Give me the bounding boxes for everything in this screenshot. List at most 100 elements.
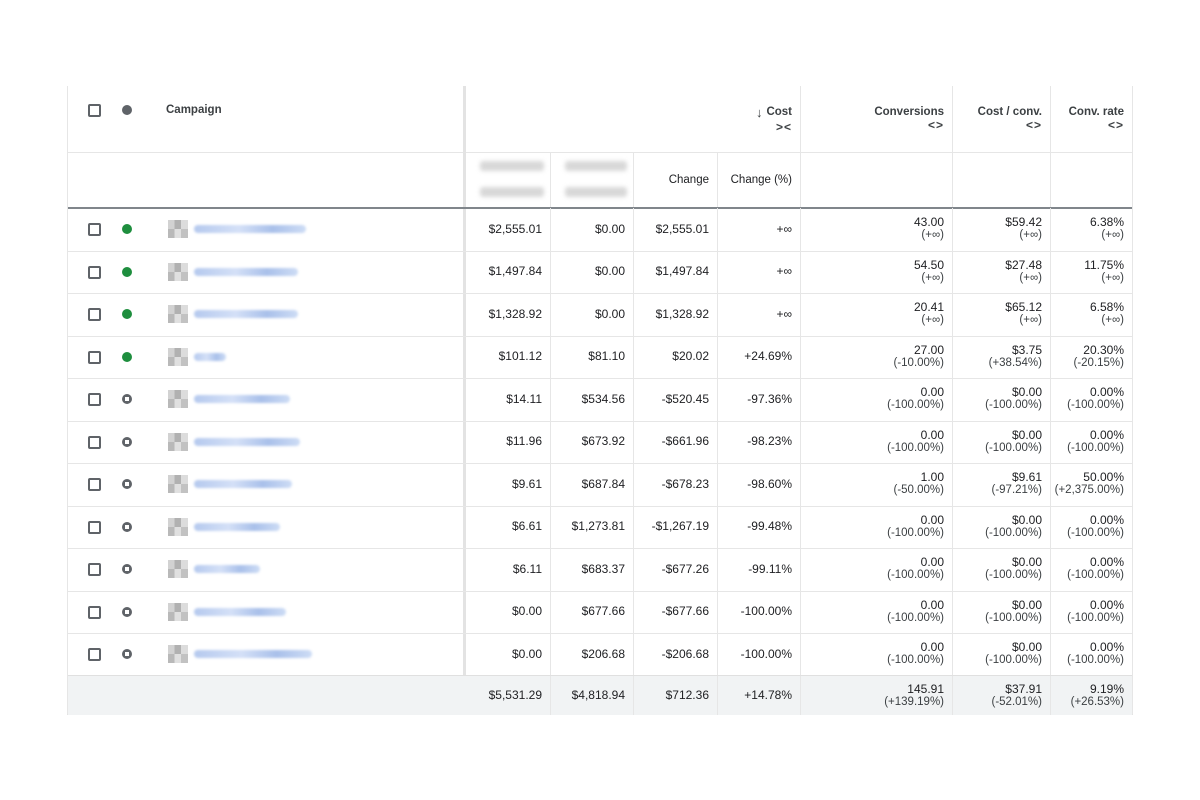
status-enabled-icon[interactable] xyxy=(122,224,132,234)
cost-per-conv-value: $0.00 xyxy=(1011,385,1042,400)
cost-b-value: $673.92 xyxy=(581,434,625,449)
cost-per-conv-change: (-100.00%) xyxy=(985,569,1042,582)
table-row[interactable]: $2,555.01 $0.00 $2,555.01 +∞ 43.00 (+∞) $59.42… xyxy=(68,208,1132,252)
total-conversions-change: (+139.19%) xyxy=(884,695,944,708)
status-enabled-icon[interactable] xyxy=(122,309,132,319)
campaign-header[interactable]: Campaign xyxy=(166,104,222,116)
campaign-name-link[interactable] xyxy=(194,565,260,573)
conversions-change: (-100.00%) xyxy=(887,654,944,667)
table-row[interactable]: $6.61 $1,273.81 -$1,267.19 -99.48% 0.00 (-100… xyxy=(68,505,1132,549)
status-paused-icon[interactable] xyxy=(122,521,132,532)
cost-a-value: $0.00 xyxy=(511,604,542,619)
select-all-checkbox[interactable] xyxy=(88,104,101,117)
table-row[interactable]: $1,328.92 $0.00 $1,328.92 +∞ 20.41 (+∞) $65.12… xyxy=(68,293,1132,337)
conversions-value: 20.41 xyxy=(913,300,944,315)
date-range-a-header[interactable] xyxy=(466,152,551,207)
cost-header[interactable]: ↓ Cost >< xyxy=(466,86,801,152)
conv-rate-header[interactable]: Conv. rate <> xyxy=(1051,86,1132,152)
cost-b-value: $206.68 xyxy=(581,646,625,661)
conv-rate-change: (-100.00%) xyxy=(1067,611,1124,624)
status-paused-icon[interactable] xyxy=(122,479,132,489)
conv-rate-change: (-100.00%) xyxy=(1067,441,1124,454)
cost-a-value: $0.00 xyxy=(511,646,542,661)
cost-per-conv-change: (-100.00%) xyxy=(985,611,1042,624)
cost-a-value: $1,497.84 xyxy=(488,264,542,279)
expand-columns-icon[interactable]: <> xyxy=(928,118,944,132)
date-range-b-header[interactable] xyxy=(551,152,634,207)
row-checkbox[interactable] xyxy=(88,265,101,279)
conv-rate-change: (+∞) xyxy=(1101,271,1124,284)
table-row[interactable]: $9.61 $687.84 -$678.23 -98.60% 1.00 (-50.00%)… xyxy=(68,463,1132,507)
campaign-name-link[interactable] xyxy=(194,607,286,616)
cost-per-conv-change: (+∞) xyxy=(1019,271,1042,284)
status-paused-icon[interactable] xyxy=(122,436,132,447)
cost-a-value: $6.61 xyxy=(511,519,542,534)
change-pct-value: -98.23% xyxy=(747,434,792,449)
total-conversions: 145.91 xyxy=(907,681,944,696)
blurred-date-range xyxy=(565,187,627,197)
row-checkbox[interactable] xyxy=(88,308,101,321)
campaign-name-link[interactable] xyxy=(194,352,226,361)
status-paused-icon[interactable] xyxy=(122,394,132,404)
change-header[interactable]: Change xyxy=(634,152,718,207)
table-row[interactable]: $0.00 $677.66 -$677.66 -100.00% 0.00 (-100.00… xyxy=(68,590,1132,634)
status-enabled-icon[interactable] xyxy=(122,266,132,277)
row-checkbox[interactable] xyxy=(88,393,101,406)
status-paused-icon[interactable] xyxy=(122,606,132,617)
row-checkbox[interactable] xyxy=(88,478,101,491)
cost-a-value: $11.96 xyxy=(506,434,542,449)
conv-rate-value: 6.38% xyxy=(1089,215,1124,230)
status-column-icon xyxy=(122,105,132,115)
row-checkbox[interactable] xyxy=(88,605,101,619)
campaign-name-link[interactable] xyxy=(194,650,312,658)
status-paused-icon[interactable] xyxy=(122,649,132,659)
sort-down-icon: ↓ xyxy=(755,104,763,120)
status-enabled-icon[interactable] xyxy=(122,351,132,362)
campaign-name-link[interactable] xyxy=(194,480,292,488)
row-checkbox[interactable] xyxy=(88,563,101,576)
cost-per-conv-change: (+∞) xyxy=(1019,229,1042,242)
table-row[interactable]: $6.11 $683.37 -$677.26 -99.11% 0.00 (-100.00%… xyxy=(68,548,1132,592)
campaign-name-link[interactable] xyxy=(194,310,298,318)
table-row[interactable]: $1,497.84 $0.00 $1,497.84 +∞ 54.50 (+∞) $27.48… xyxy=(68,250,1132,294)
row-checkbox[interactable] xyxy=(88,435,101,449)
cost-a-value: $101.12 xyxy=(498,349,542,364)
row-checkbox[interactable] xyxy=(88,520,101,534)
status-paused-icon[interactable] xyxy=(122,564,132,574)
cost-per-conv-change: (-100.00%) xyxy=(985,654,1042,667)
total-cost-per-conv-change: (-52.01%) xyxy=(991,695,1043,708)
row-checkbox[interactable] xyxy=(88,350,101,364)
collapse-columns-icon[interactable]: >< xyxy=(776,120,792,134)
change-pct-value: -100.00% xyxy=(740,604,792,619)
conversions-header[interactable]: Conversions <> xyxy=(801,86,953,152)
change-pct-header[interactable]: Change (%) xyxy=(718,152,801,207)
expand-columns-icon[interactable]: <> xyxy=(1026,118,1042,132)
row-checkbox[interactable] xyxy=(88,648,101,661)
conversions-value: 54.50 xyxy=(913,257,944,272)
table-row[interactable]: $0.00 $206.68 -$206.68 -100.00% 0.00 (-100.00… xyxy=(68,633,1132,677)
conversions-value: 27.00 xyxy=(913,342,944,357)
campaign-name-link[interactable] xyxy=(194,225,306,233)
conv-rate-value: 0.00% xyxy=(1089,597,1124,612)
cost-per-conv-value: $0.00 xyxy=(1011,512,1042,527)
conv-rate-change: (-100.00%) xyxy=(1067,526,1124,539)
change-value: $1,328.92 xyxy=(655,306,709,321)
campaign-thumbnail xyxy=(168,305,188,323)
campaign-name-link[interactable] xyxy=(194,522,280,531)
conv-rate-value: 50.00% xyxy=(1083,470,1124,485)
expand-columns-icon[interactable]: <> xyxy=(1108,118,1124,132)
campaign-name-link[interactable] xyxy=(194,395,290,403)
row-checkbox[interactable] xyxy=(88,223,101,236)
table-header-row: Campaign ↓ Cost >< Conversions <> Cost /… xyxy=(68,86,1132,714)
cost-per-conv-value: $0.00 xyxy=(1011,597,1042,612)
cost-b-value: $0.00 xyxy=(594,264,625,279)
conversions-change: (-100.00%) xyxy=(887,399,944,412)
campaign-thumbnail xyxy=(168,602,188,621)
cost-per-conv-header[interactable]: Cost / conv. <> xyxy=(953,86,1051,152)
table-row[interactable]: $11.96 $673.92 -$661.96 -98.23% 0.00 (-100.00… xyxy=(68,420,1132,464)
campaign-name-link[interactable] xyxy=(194,437,300,446)
table-row[interactable]: $101.12 $81.10 $20.02 +24.69% 27.00 (-10.00%)… xyxy=(68,335,1132,379)
campaign-name-link[interactable] xyxy=(194,267,298,276)
total-conv-rate-change: (+26.53%) xyxy=(1070,695,1124,708)
table-row[interactable]: $14.11 $534.56 -$520.45 -97.36% 0.00 (-100.00… xyxy=(68,378,1132,422)
